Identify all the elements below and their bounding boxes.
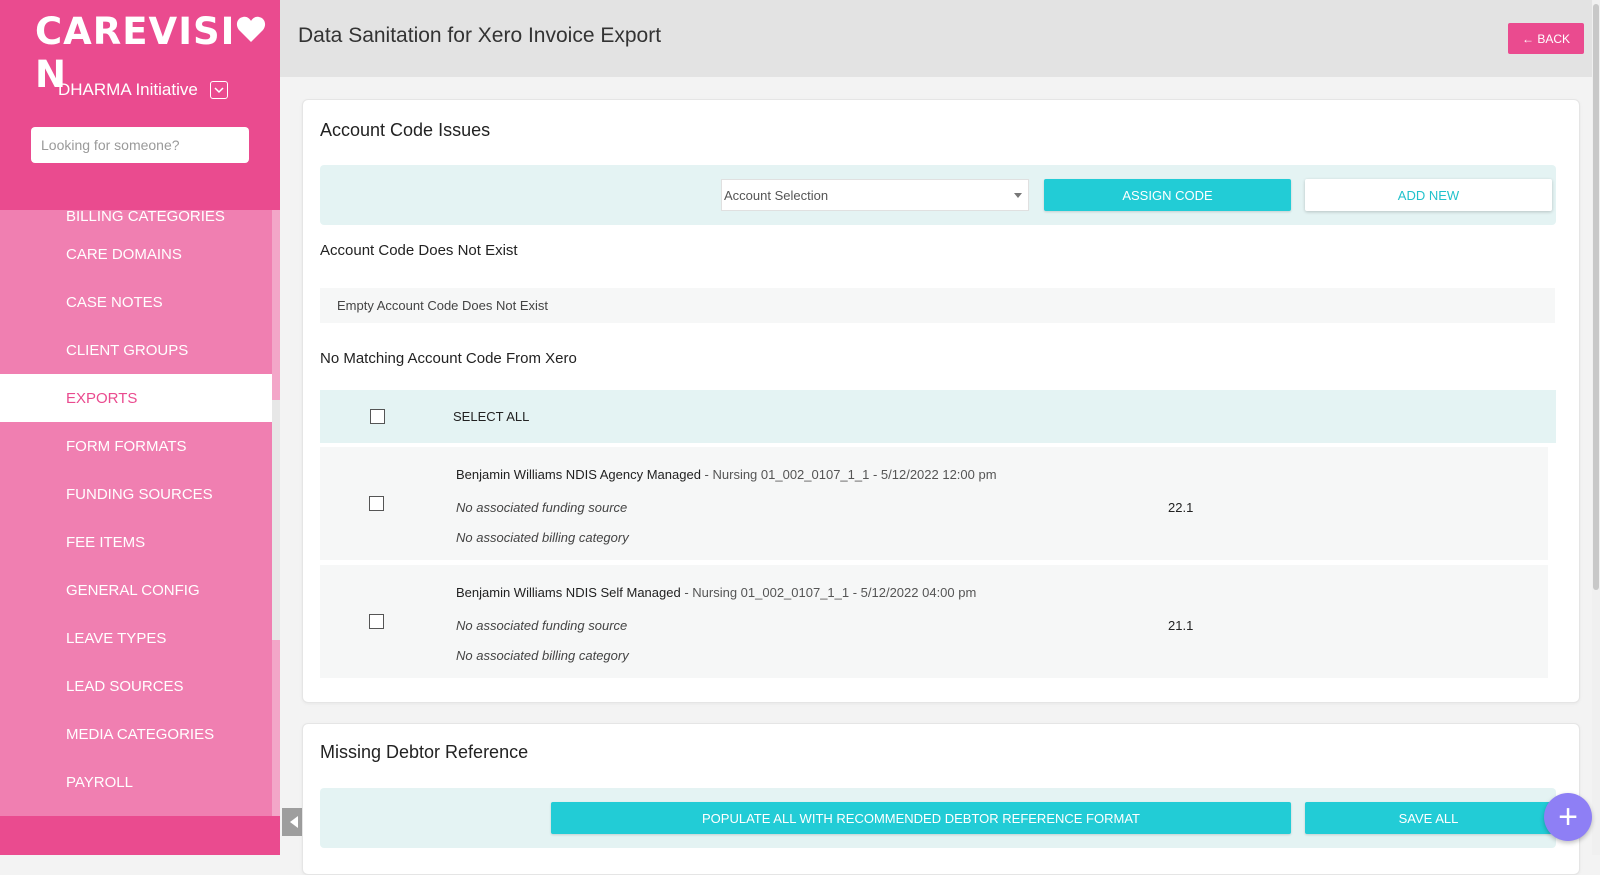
sidebar-item-label: FORM FORMATS [66, 437, 187, 455]
empty-state-text: Empty Account Code Does Not Exist [337, 298, 548, 313]
account-selection-value: Account Selection [724, 187, 829, 203]
select-all-checkbox[interactable] [370, 409, 385, 424]
sidebar-item-label: LEAVE TYPES [66, 629, 167, 647]
funding-source-note: No associated funding source [456, 618, 628, 633]
populate-debtor-reference-button[interactable]: POPULATE ALL WITH RECOMMENDED DEBTOR REF… [551, 802, 1291, 834]
org-switcher[interactable]: DHARMA Initiative [58, 80, 228, 100]
sidebar-item-funding-sources[interactable]: FUNDING SOURCES [0, 470, 272, 518]
sidebar-item-label: CLIENT GROUPS [66, 341, 189, 359]
sidebar-scrollbar[interactable] [272, 210, 280, 816]
search-input[interactable] [31, 127, 249, 163]
select-all-label: SELECT ALL [453, 409, 530, 424]
sidebar-item-lead-sources[interactable]: LEAD SOURCES [0, 662, 272, 710]
org-name: DHARMA Initiative [58, 80, 198, 99]
caret-down-icon [1014, 193, 1022, 198]
sidebar-item-label: FUNDING SOURCES [66, 485, 213, 503]
sidebar-scrollbar-thumb[interactable] [272, 400, 280, 640]
sidebar-nav: BILLING CATEGORIES CARE DOMAINS CASE NOT… [0, 210, 280, 816]
sidebar-item-case-notes[interactable]: CASE NOTES [0, 278, 272, 326]
client-name: Benjamin Williams NDIS Agency Managed [456, 467, 701, 482]
account-code-issues-card: Account Code Issues Account Selection AS… [302, 99, 1580, 703]
sidebar-item-label: EXPORTS [66, 389, 138, 407]
billing-category-note: No associated billing category [456, 530, 629, 545]
row-checkbox[interactable] [369, 496, 384, 511]
sidebar: CAREVISIN DHARMA Initiative BILLING CATE… [0, 0, 280, 855]
caret-left-icon [290, 816, 298, 828]
not-exist-heading: Account Code Does Not Exist [320, 242, 518, 259]
heart-icon [236, 9, 266, 52]
client-name: Benjamin Williams NDIS Self Managed [456, 585, 681, 600]
billing-category-note: No associated billing category [456, 648, 629, 663]
save-all-button[interactable]: SAVE ALL [1305, 802, 1552, 834]
sidebar-item-media-categories[interactable]: MEDIA CATEGORIES [0, 710, 272, 758]
page-scrollbar-thumb[interactable] [1593, 4, 1599, 590]
sidebar-item-label: CARE DOMAINS [66, 245, 182, 263]
not-exist-empty-state: Empty Account Code Does Not Exist [320, 288, 1555, 323]
sidebar-item-label: PAYROLL [66, 773, 133, 791]
row-amount: 22.1 [1168, 500, 1194, 515]
sidebar-item-label: CASE NOTES [66, 293, 163, 311]
sidebar-item-label: BILLING CATEGORIES [66, 210, 225, 225]
row-checkbox[interactable] [369, 614, 384, 629]
funding-source-note: No associated funding source [456, 500, 628, 515]
sidebar-item-label: LEAD SOURCES [66, 677, 184, 695]
sidebar-item-exports[interactable]: EXPORTS [0, 374, 272, 422]
account-selection-dropdown[interactable]: Account Selection [721, 179, 1029, 211]
table-row: Benjamin Williams NDIS Agency Managed - … [320, 447, 1548, 560]
sidebar-item-payroll[interactable]: PAYROLL [0, 758, 272, 806]
sidebar-item-label: MEDIA CATEGORIES [66, 725, 215, 743]
missing-debtor-reference-card: Missing Debtor Reference POPULATE ALL WI… [302, 723, 1580, 875]
sidebar-item-label: GENERAL CONFIG [66, 581, 200, 599]
sidebar-footer [0, 816, 280, 855]
row-amount: 21.1 [1168, 618, 1194, 633]
assign-code-button[interactable]: ASSIGN CODE [1044, 179, 1291, 211]
account-code-toolbar: Account Selection ASSIGN CODE ADD NEW [320, 165, 1556, 225]
page-title: Data Sanitation for Xero Invoice Export [298, 24, 662, 47]
sidebar-item-general-config[interactable]: GENERAL CONFIG [0, 566, 272, 614]
back-button[interactable]: ← BACK [1508, 23, 1584, 54]
chevron-down-icon[interactable] [209, 81, 228, 99]
section-title: Account Code Issues [320, 120, 491, 140]
page-header: Data Sanitation for Xero Invoice Export … [280, 0, 1600, 77]
sidebar-item-client-groups[interactable]: CLIENT GROUPS [0, 326, 272, 374]
debtor-toolbar: POPULATE ALL WITH RECOMMENDED DEBTOR REF… [320, 788, 1556, 848]
sidebar-item-fee-items[interactable]: FEE ITEMS [0, 518, 272, 566]
add-new-button[interactable]: ADD NEW [1305, 179, 1552, 211]
page-scrollbar[interactable] [1592, 0, 1600, 855]
row-title: Benjamin Williams NDIS Self Managed - Nu… [456, 585, 976, 600]
row-title: Benjamin Williams NDIS Agency Managed - … [456, 467, 997, 482]
sidebar-item-leave-types[interactable]: LEAVE TYPES [0, 614, 272, 662]
sidebar-item-form-formats[interactable]: FORM FORMATS [0, 422, 272, 470]
sidebar-item-care-domains[interactable]: CARE DOMAINS [0, 230, 272, 278]
section-title: Missing Debtor Reference [320, 742, 529, 762]
table-row: Benjamin Williams NDIS Self Managed - Nu… [320, 565, 1548, 678]
no-match-heading: No Matching Account Code From Xero [320, 350, 577, 367]
row-meta: - Nursing 01_002_0107_1_1 - 5/12/2022 12… [700, 467, 997, 482]
sidebar-item-label: FEE ITEMS [66, 533, 146, 551]
row-meta: - Nursing 01_002_0107_1_1 - 5/12/2022 04… [680, 585, 977, 600]
add-fab-button[interactable]: + [1544, 793, 1592, 841]
plus-icon: + [1558, 797, 1578, 836]
select-all-bar: SELECT ALL [320, 390, 1556, 443]
brand-text: CAREVISI [35, 10, 236, 53]
